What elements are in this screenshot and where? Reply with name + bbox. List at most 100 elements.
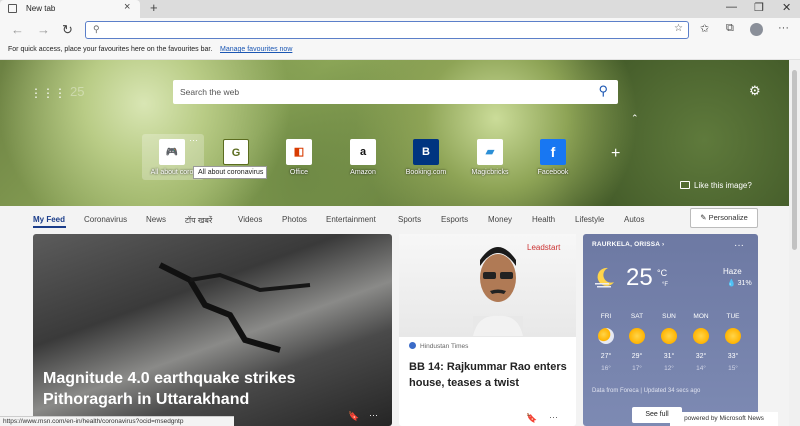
day-high: 31° (663, 353, 675, 360)
page-icon (8, 4, 17, 13)
chevron-up-icon[interactable]: ⌃ (631, 113, 639, 124)
personalize-button[interactable]: ✎ Personalize (690, 208, 758, 228)
like-image-button[interactable]: Like this image? (680, 181, 752, 190)
celsius-toggle[interactable]: °C (657, 268, 667, 278)
current-temperature: 25 (626, 264, 653, 291)
tab-esports[interactable]: Esports (441, 215, 468, 224)
like-image-label: Like this image? (694, 181, 752, 190)
more-options-icon[interactable]: ··· (369, 410, 378, 420)
day-high: 29° (631, 353, 643, 360)
save-icon[interactable]: 🔖 (348, 411, 359, 422)
refresh-button[interactable]: ↻ (62, 22, 73, 38)
tab-videos[interactable]: Videos (238, 215, 262, 224)
quick-link-facebook[interactable]: f (540, 139, 566, 165)
tooltip: All about coronavirus (193, 166, 267, 179)
sun-icon (725, 328, 741, 344)
day-low: 15° (728, 365, 738, 372)
photo-text: Leadstart (527, 243, 561, 252)
tab-money[interactable]: Money (488, 215, 512, 224)
manage-favourites-link[interactable]: Manage favourites now (220, 46, 292, 53)
tab-top-khabre[interactable]: टॉप खबरें (185, 215, 212, 226)
address-bar[interactable]: ⚲ ☆ (85, 21, 689, 39)
day-high: 33° (727, 353, 739, 360)
collections-icon[interactable]: ⧉ (726, 22, 734, 35)
back-button[interactable]: ← (11, 22, 24, 37)
quick-link-coronavirus[interactable]: 🎮 (159, 139, 185, 165)
app-launcher-icon[interactable]: ⋮⋮⋮ (30, 86, 66, 100)
earthquake-image (158, 262, 311, 353)
tab-lifestyle[interactable]: Lifestyle (575, 215, 604, 224)
add-site-button[interactable]: + (611, 145, 620, 163)
source-logo-icon (409, 342, 416, 349)
precipitation: 💧 31% (727, 280, 752, 287)
tab-photos[interactable]: Photos (282, 215, 307, 224)
day-low: 14° (696, 365, 706, 372)
day-low: 17° (632, 365, 642, 372)
day-low: 12° (664, 365, 674, 372)
day-low: 16° (601, 365, 611, 372)
tab-title: New tab (26, 4, 56, 13)
day-name: SAT (630, 313, 644, 320)
scrollbar-thumb[interactable] (792, 70, 797, 250)
booking-icon: B (422, 146, 430, 158)
maximize-button[interactable]: ❐ (754, 1, 764, 14)
search-icon: ⚲ (93, 24, 100, 34)
web-search-box[interactable]: Search the web ⚲ (173, 80, 618, 104)
new-tab-button[interactable]: + (150, 0, 158, 15)
office-icon: ◧ (293, 146, 305, 158)
tab-health[interactable]: Health (532, 215, 555, 224)
tile-label: Facebook (537, 169, 569, 176)
tile-label: Office (289, 169, 309, 176)
more-options-icon[interactable]: ··· (549, 412, 558, 422)
source-name: Hindustan Times (420, 343, 469, 350)
tab-entertainment[interactable]: Entertainment (326, 215, 376, 224)
magicbricks-icon: ▰ (485, 146, 495, 158)
save-icon[interactable]: 🔖 (526, 413, 537, 424)
favourites-bar: For quick access, place your favourites … (0, 42, 800, 60)
person-photo (473, 247, 523, 336)
quick-link-office[interactable]: ◧ (286, 139, 312, 165)
quick-link-magicbricks[interactable]: ▰ (477, 139, 503, 165)
card-title[interactable]: BB 14: Rajkummar Rao enters house, tease… (409, 359, 569, 391)
quick-link-amazon[interactable]: a (350, 139, 376, 165)
weather-more-button[interactable]: ··· (734, 240, 744, 251)
tile-more-button[interactable]: ··· (189, 135, 198, 145)
quick-link-booking[interactable]: B (413, 139, 439, 165)
add-favorite-icon[interactable]: ☆ (674, 23, 683, 34)
tab-my-feed[interactable]: My Feed (33, 215, 65, 224)
scrollbar[interactable] (789, 60, 800, 426)
sun-icon (693, 328, 709, 344)
favorites-icon[interactable]: ✩ (700, 22, 709, 35)
article-source: Hindustan Times (409, 342, 468, 350)
tab-new-tab[interactable]: New tab × (0, 0, 140, 18)
profile-avatar[interactable] (750, 23, 763, 36)
close-window-button[interactable]: ✕ (782, 1, 791, 14)
tile-label: Magicbricks (471, 169, 509, 176)
tab-coronavirus[interactable]: Coronavirus (84, 215, 127, 224)
quick-link-g[interactable]: G (223, 139, 249, 165)
settings-more-button[interactable]: ··· (778, 22, 789, 34)
tab-close-button[interactable]: × (124, 1, 130, 13)
day-name: FRI (600, 313, 612, 320)
facebook-icon: f (550, 144, 556, 160)
sun-icon (661, 328, 677, 344)
forward-button[interactable]: → (37, 22, 50, 37)
card-title[interactable]: Magnitude 4.0 earthquake strikes Pithora… (43, 368, 373, 410)
tab-autos[interactable]: Autos (624, 215, 644, 224)
weather-location[interactable]: RAURKELA, ORISSA › (592, 241, 664, 248)
minimize-button[interactable]: — (726, 1, 737, 13)
moon-haze-icon (595, 267, 614, 288)
day-high: 27° (600, 353, 612, 360)
tab-sports[interactable]: Sports (398, 215, 421, 224)
day-high: 32° (695, 353, 707, 360)
sun-icon (629, 328, 645, 344)
weather-data-note: Data from Foreca | Updated 34 secs ago (592, 388, 701, 394)
tab-news[interactable]: News (146, 215, 166, 224)
partly-cloudy-icon (598, 328, 614, 344)
fahrenheit-toggle[interactable]: °F (662, 282, 668, 288)
tile-label: Amazon (350, 169, 376, 176)
hero-weather-temp: 25 (70, 84, 85, 99)
amazon-icon: a (359, 146, 367, 158)
search-icon[interactable]: ⚲ (598, 83, 608, 99)
page-settings-icon[interactable]: ⚙ (749, 83, 761, 99)
